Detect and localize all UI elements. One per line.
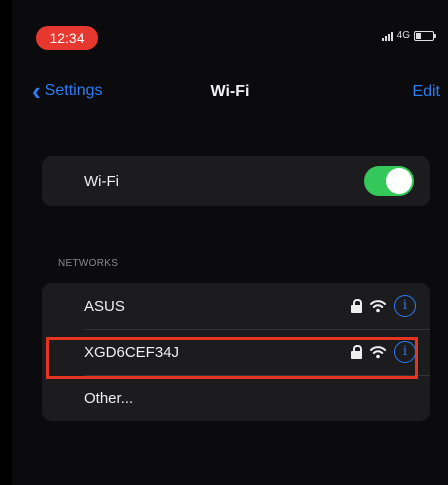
status-indicators: 4G [381,30,436,41]
nav-bar: ‹ Settings Wi-Fi Edit [12,78,448,108]
wifi-toggle-row: Wi-Fi [42,156,430,206]
network-type: 4G [396,30,410,41]
battery-icon [414,30,436,41]
network-row-other[interactable]: Other... [42,375,430,421]
info-icon[interactable]: i [394,295,416,317]
lock-icon [351,299,362,313]
wifi-toggle-switch[interactable] [364,166,414,196]
wifi-signal-icon [370,300,386,313]
networks-section-label: NETWORKS [58,258,119,269]
toggle-knob [386,168,412,194]
wifi-toggle-group: Wi-Fi [42,156,430,206]
network-name: ASUS [84,297,125,315]
screen: 12:34 4G ‹ Settings Wi-Fi Edit Wi-Fi NET… [12,0,448,485]
page-title: Wi-Fi [210,83,250,100]
status-time: 12:34 [36,26,98,50]
network-row-asus[interactable]: ASUS i [42,283,430,329]
network-name: Other... [84,389,134,407]
wifi-toggle-label: Wi-Fi [84,172,119,190]
highlight-box [46,337,418,379]
edit-button[interactable]: Edit [412,83,440,101]
cellular-signal-icon [381,31,393,41]
